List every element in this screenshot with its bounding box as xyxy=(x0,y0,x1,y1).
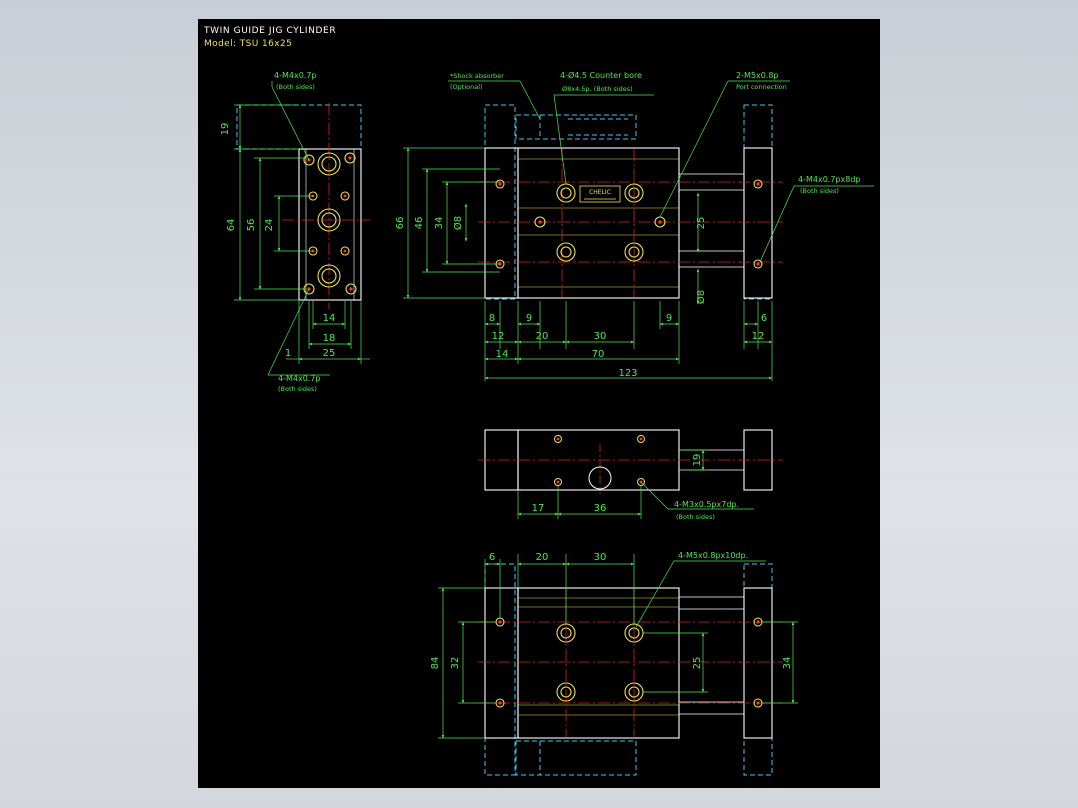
dim-front-34: 34 xyxy=(434,217,445,230)
dim-bot-84: 84 xyxy=(430,657,441,670)
note-port-connection: Port connection xyxy=(736,83,787,91)
dim-side-19: 19 xyxy=(220,123,231,136)
dim-side-56: 56 xyxy=(246,219,257,232)
brand-label: CHELIC xyxy=(589,189,611,196)
dim-side-18: 18 xyxy=(323,333,336,344)
dim-front-14: 14 xyxy=(496,349,509,360)
dim-front-12b: 12 xyxy=(752,331,765,342)
dim-front-20: 20 xyxy=(536,331,549,342)
dim-side-1: 1 xyxy=(285,348,291,359)
dim-front-6: 6 xyxy=(761,313,767,324)
note-side-bottom-thread: 4-M4x0.7p xyxy=(278,374,321,383)
note-side-top-both: (Both sides) xyxy=(276,83,315,91)
dim-top-36: 36 xyxy=(594,503,607,514)
dim-front-30: 30 xyxy=(594,331,607,342)
viewer-background: TWIN GUIDE JIG CYLINDER Model: TSU 16x25 xyxy=(0,0,1078,808)
dim-front-70: 70 xyxy=(592,349,605,360)
dim-front-12a: 12 xyxy=(492,331,505,342)
note-mid-both: (Both sides) xyxy=(676,513,715,521)
note-right-both: (Both sides) xyxy=(800,187,839,195)
drawing-title: TWIN GUIDE JIG CYLINDER xyxy=(203,26,336,36)
dim-side-25: 25 xyxy=(323,348,336,359)
dim-bot-30: 30 xyxy=(594,552,607,563)
dim-front-9b: 9 xyxy=(666,313,672,324)
front-view: CHELIC 66 46 34 Ø8 25 Ø8 8 9 9 6 12 20 3… xyxy=(395,70,874,381)
dim-bot-25: 25 xyxy=(692,657,703,670)
note-right-thread: 4-M4x0.7px8dp xyxy=(798,175,860,184)
dim-bot-20: 20 xyxy=(536,552,549,563)
note-shock-optional: (Optional) xyxy=(450,83,483,91)
dim-top-19: 19 xyxy=(692,454,703,467)
dim-front-46: 46 xyxy=(414,217,425,230)
cad-drawing: TWIN GUIDE JIG CYLINDER Model: TSU 16x25 xyxy=(203,26,874,776)
note-shock-absorber: *Shock absorber xyxy=(450,72,504,80)
dim-front-9a: 9 xyxy=(526,313,532,324)
dim-front-123: 123 xyxy=(618,368,637,379)
dim-front-8: 8 xyxy=(489,313,495,324)
dim-front-d8b: Ø8 xyxy=(695,290,707,304)
dim-top-17: 17 xyxy=(532,503,545,514)
note-mid-thread: 4-M3x0.5px7dp. xyxy=(674,500,739,509)
model-label: Model: TSU 16x25 xyxy=(204,39,292,49)
side-view: 19 64 56 24 14 18 25 1 4-M4x0.7p (Both s… xyxy=(220,71,370,393)
dim-side-24: 24 xyxy=(264,219,275,232)
dim-front-d8a: Ø8 xyxy=(452,216,464,230)
note-counter-bore-depth: Ø8x4.5p. (Both sides) xyxy=(562,85,633,93)
top-view: 19 17 36 4-M3x0.5px7dp. (Both sides) xyxy=(478,429,783,521)
dim-side-64: 64 xyxy=(226,219,237,232)
note-bottom-thread: 4-M5x0.8px10dp. xyxy=(678,551,748,560)
dim-bot-6: 6 xyxy=(489,552,495,563)
dim-front-25: 25 xyxy=(696,217,707,230)
dim-side-14: 14 xyxy=(323,313,336,324)
note-port-thread: 2-M5x0.8p xyxy=(736,71,779,80)
dim-bot-34: 34 xyxy=(782,657,793,670)
bottom-view: 6 20 30 84 32 25 34 4-M5x0.8px10dp. xyxy=(430,551,798,776)
note-counter-bore: 4-Ø4.5 Counter bore xyxy=(560,70,642,80)
drawing-sheet: TWIN GUIDE JIG CYLINDER Model: TSU 16x25 xyxy=(198,19,880,788)
dim-bot-32: 32 xyxy=(450,657,461,670)
note-side-top-thread: 4-M4x0.7p xyxy=(274,71,317,80)
dim-front-66: 66 xyxy=(395,217,406,230)
note-side-bottom-both: (Both sides) xyxy=(278,385,317,393)
